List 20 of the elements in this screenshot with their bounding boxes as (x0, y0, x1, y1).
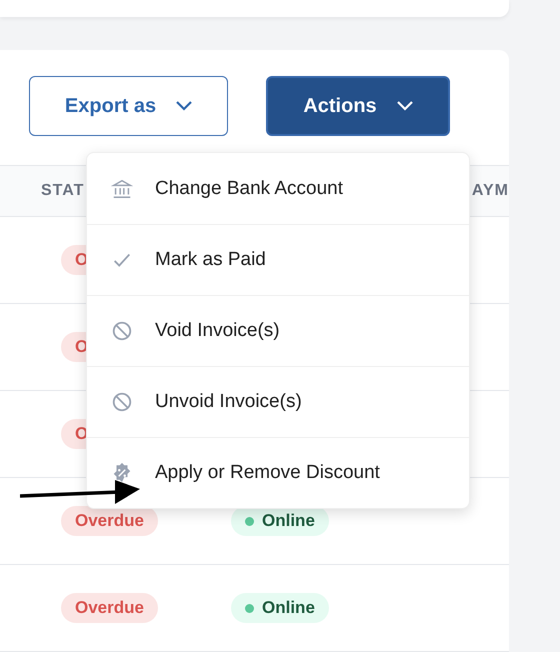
actions-button[interactable]: Actions (266, 76, 450, 136)
payment-badge: Online (231, 506, 329, 536)
payment-badge: Online (231, 593, 329, 623)
menu-item[interactable]: Change Bank Account (87, 153, 469, 224)
column-header: STAT (41, 182, 84, 200)
prohibited-icon (111, 320, 133, 342)
column-header: AYM (472, 182, 509, 200)
prohibited-icon (111, 391, 133, 413)
chevron-down-icon (396, 101, 413, 111)
status-dot-icon (245, 604, 254, 612)
discount-icon (111, 462, 133, 484)
menu-item[interactable]: Void Invoice(s) (87, 295, 469, 366)
menu-item[interactable]: Mark as Paid (87, 224, 469, 295)
export-button[interactable]: Export as (29, 76, 228, 136)
status-badge: Overdue (61, 593, 158, 623)
status-badge: Overdue (61, 506, 158, 536)
chevron-down-icon (176, 101, 192, 111)
menu-item[interactable]: Unvoid Invoice(s) (87, 366, 469, 437)
status-dot-icon (245, 516, 254, 526)
bank-icon (111, 178, 133, 200)
